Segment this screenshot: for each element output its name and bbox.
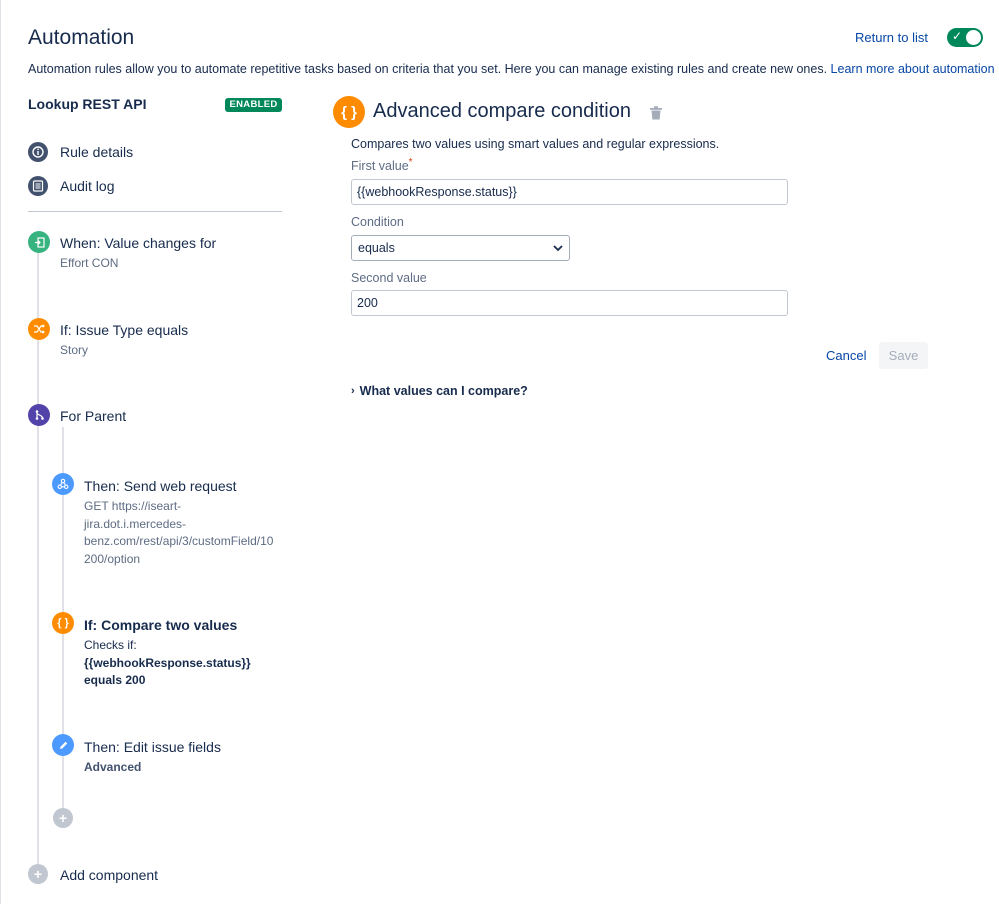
first-value-input[interactable] <box>351 179 788 205</box>
first-value-label-text: First value <box>351 159 409 173</box>
step-subtitle-line: GET https://iseart- <box>84 499 182 513</box>
add-component-button[interactable]: + Add component <box>28 864 228 886</box>
check-icon: ✓ <box>952 29 963 43</box>
step-send-web-request[interactable]: Then: Send web request GET https://isear… <box>52 473 282 569</box>
step-subtitle-line: 200/option <box>84 551 141 566</box>
condition-selected-value: equals <box>358 241 395 255</box>
info-icon <box>28 142 48 162</box>
condition-label: Condition <box>351 215 404 229</box>
panel-title: Advanced compare condition <box>373 100 631 122</box>
step-subtitle-line: equals 200 <box>84 673 146 687</box>
step-subtitle: Story <box>60 343 89 357</box>
step-subtitle-line: jira.dot.i.mercedes- <box>84 516 187 531</box>
list-icon <box>28 176 48 196</box>
return-to-list-link[interactable]: Return to list <box>855 30 928 45</box>
chevron-right-icon: › <box>351 385 355 397</box>
shuffle-icon <box>28 318 50 340</box>
sidebar-divider <box>28 211 282 212</box>
second-value-label: Second value <box>351 271 427 285</box>
pencil-icon <box>52 734 74 756</box>
step-title: If: Issue Type equals <box>60 322 189 338</box>
branch-icon <box>28 404 50 426</box>
step-subtitle: Checks if: {{webhookResponse.status}} eq… <box>84 637 284 690</box>
step-compare-two-values[interactable]: { } If: Compare two values Checks if: {{… <box>52 612 282 688</box>
step-subtitle: GET https://iseart- jira.dot.i.mercedes-… <box>84 498 284 568</box>
second-value-input[interactable] <box>351 290 788 316</box>
step-subtitle: Effort CON <box>60 256 119 270</box>
page-title: Automation <box>28 26 135 49</box>
description-text: Automation rules allow you to automate r… <box>28 62 828 76</box>
page-description: Automation rules allow you to automate r… <box>28 62 995 76</box>
trigger-icon <box>28 231 50 253</box>
rule-name: Lookup REST API <box>28 96 147 112</box>
condition-select[interactable]: equals <box>351 235 570 261</box>
nav-rule-details[interactable]: Rule details <box>28 141 133 163</box>
step-title: Then: Edit issue fields <box>84 739 221 755</box>
expander-label: What values can I compare? <box>359 384 528 398</box>
step-title: If: Compare two values <box>84 617 238 633</box>
trash-icon[interactable] <box>650 106 662 120</box>
step-subtitle-line: benz.com/rest/api/3/customField/10 <box>84 534 274 548</box>
step-trigger[interactable]: When: Value changes for Effort CON <box>28 231 282 275</box>
what-values-expander[interactable]: › What values can I compare? <box>351 384 528 398</box>
step-issue-type-condition[interactable]: If: Issue Type equals Story <box>28 318 282 362</box>
nav-audit-log[interactable]: Audit log <box>28 175 114 197</box>
plus-icon: + <box>28 864 48 884</box>
first-value-label: First value* <box>351 157 413 173</box>
nav-audit-log-label: Audit log <box>60 178 115 194</box>
step-subtitle-line: Checks if: <box>84 638 137 652</box>
plus-icon: + <box>58 810 68 826</box>
panel-description: Compares two values using smart values a… <box>351 137 720 151</box>
step-edit-issue-fields[interactable]: Then: Edit issue fields Advanced <box>52 734 282 778</box>
add-branch-component-button[interactable]: + <box>53 808 73 828</box>
required-marker: * <box>408 157 413 168</box>
step-title: Then: Send web request <box>84 478 237 494</box>
step-subtitle-line: {{webhookResponse.status}} <box>84 655 251 670</box>
learn-more-link[interactable]: Learn more about automation <box>831 62 995 76</box>
toggle-knob <box>966 30 981 45</box>
step-title: For Parent <box>60 408 127 424</box>
braces-icon: { } <box>52 612 74 634</box>
status-badge: ENABLED <box>225 98 282 112</box>
rule-enabled-toggle[interactable]: ✓ <box>947 28 983 47</box>
nav-rule-details-label: Rule details <box>60 144 134 160</box>
step-title: When: Value changes for <box>60 235 217 251</box>
chevron-down-icon <box>553 244 563 251</box>
step-for-parent-branch[interactable]: For Parent <box>28 404 282 428</box>
step-subtitle: Advanced <box>84 760 142 774</box>
braces-icon: { } <box>333 96 365 128</box>
cancel-button[interactable]: Cancel <box>826 348 866 363</box>
save-button[interactable]: Save <box>879 342 928 369</box>
left-frame-border <box>0 0 1 904</box>
add-component-label: Add component <box>60 867 159 883</box>
webhook-icon <box>52 473 74 495</box>
